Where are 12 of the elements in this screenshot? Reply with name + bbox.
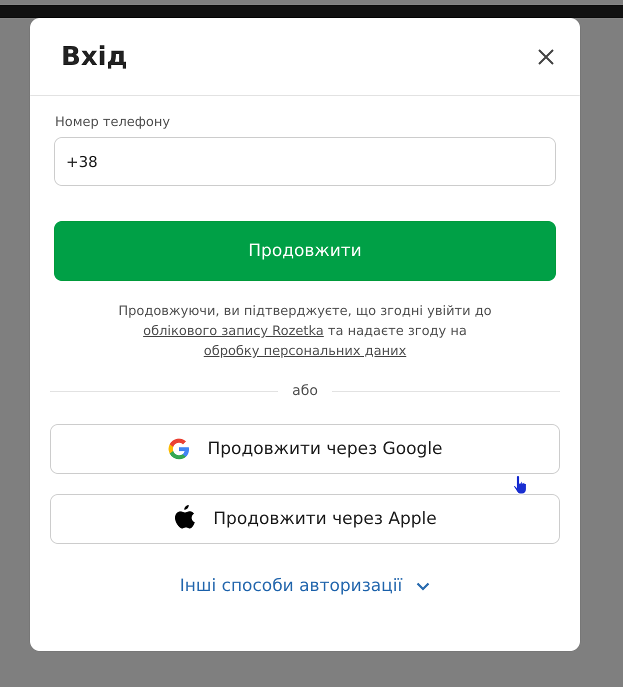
google-sign-in-button[interactable]: Продовжити через Google	[50, 424, 560, 474]
dialog-title: Вхід	[61, 42, 128, 72]
apple-sign-in-button[interactable]: Продовжити через Apple	[50, 494, 560, 544]
phone-label: Номер телефону	[55, 115, 172, 130]
other-methods-button[interactable]: Інші способи авторизації	[176, 572, 434, 600]
phone-field[interactable]: +38	[54, 137, 556, 186]
g-letter-icon	[167, 437, 192, 461]
divider-text: або	[292, 383, 318, 399]
consent-link[interactable]: облікового запису Rozetka	[143, 324, 324, 339]
chevron-down-icon	[416, 582, 430, 590]
consent-text: Продовжуючи, ви підтверджуєте, що згодні увійти до облікового запису Rozetka та надаєте згоду на обробку персональних даних	[117, 303, 493, 361]
consent-link[interactable]: обробку персональних даних	[204, 344, 406, 359]
